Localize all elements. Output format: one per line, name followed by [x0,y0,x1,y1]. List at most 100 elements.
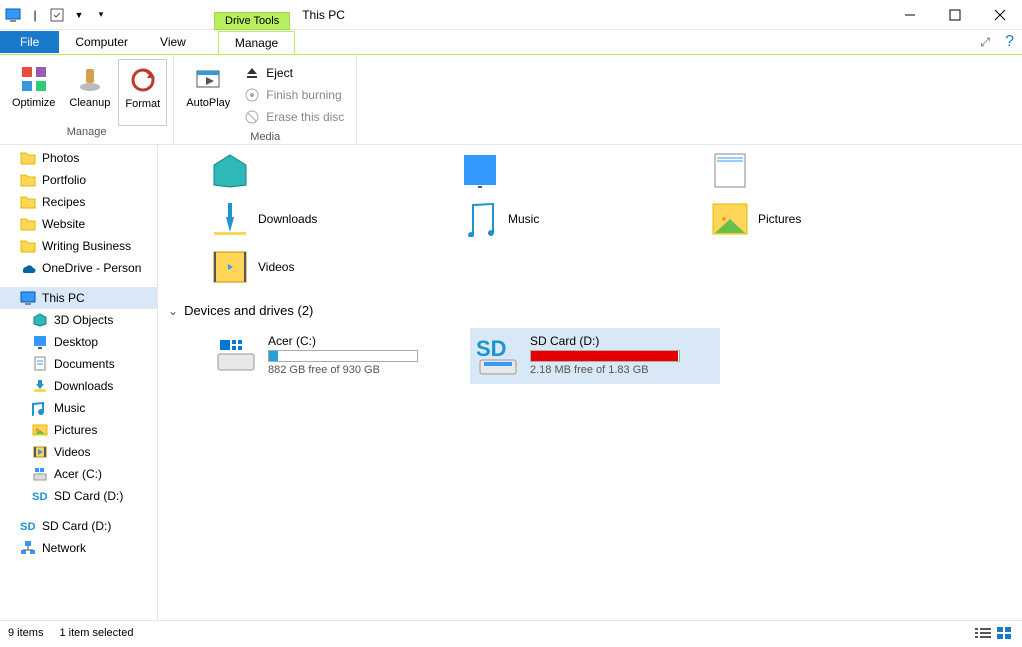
pc-icon [20,290,36,306]
sidebar-item-sd-card-d-[interactable]: SDSD Card (D:) [0,485,157,507]
window-controls [887,0,1022,30]
eject-button[interactable]: Eject [242,63,346,83]
sidebar-item-portfolio[interactable]: Portfolio [0,169,157,191]
pin-icon[interactable]: ⤢ [980,35,990,50]
status-item-count: 9 items [8,627,43,639]
drive-tools-tab[interactable]: Drive Tools [214,12,290,30]
minimize-button[interactable] [887,0,932,30]
music-icon [462,201,498,237]
ribbon-group-label-manage: Manage [67,126,107,140]
help-icon[interactable]: ? [1005,33,1014,51]
format-button[interactable]: Format [118,59,167,126]
sidebar-item-acer-c-[interactable]: Acer (C:) [0,463,157,485]
drives-container: Acer (C:) 882 GB free of 930 GB SD SD Ca… [158,324,1022,384]
close-button[interactable] [977,0,1022,30]
app-icon[interactable] [4,6,22,24]
erase-icon [244,109,260,125]
drive-info: Acer (C:) 882 GB free of 930 GB [268,334,452,376]
sidebar-item-onedrive-person[interactable]: OneDrive - Person [0,257,157,279]
sidebar-item-this-pc[interactable]: This PC [0,287,157,309]
tab-manage[interactable]: Manage [218,31,295,54]
qat-overflow-icon[interactable]: ▾ [92,6,110,24]
sidebar-item-recipes[interactable]: Recipes [0,191,157,213]
devices-header-label: Devices and drives (2) [184,303,313,318]
statusbar: 9 items 1 item selected [0,620,1022,644]
sidebar-item-label: Pictures [54,423,97,437]
optimize-button[interactable]: Optimize [6,59,61,126]
chevron-down-icon[interactable]: ▼ [70,6,88,24]
sidebar-item-music[interactable]: Music [0,397,157,419]
svg-text:SD: SD [32,491,48,503]
sidebar-item-label: 3D Objects [54,313,113,327]
drive-acer-c-[interactable]: Acer (C:) 882 GB free of 930 GB [208,328,458,384]
content-pane[interactable]: ✓✓ Downloads Music☁ Pictures Videos ⌄ Device… [158,145,1022,620]
titlebar: | ▼ ▾ Drive Tools This PC [0,0,1022,30]
folder-item-videos[interactable]: Videos [208,245,458,289]
chevron-down-icon[interactable]: ⌄ [168,304,178,318]
sidebar-item-documents[interactable]: Documents [0,353,157,375]
folder-icon [20,194,36,210]
sidebar-item-writing-business[interactable]: Writing Business [0,235,157,257]
folders-grid: ✓✓ Downloads Music☁ Pictures Videos [158,145,1022,295]
svg-text:SD: SD [476,336,507,361]
drive-sd-card-d-[interactable]: SD SD Card (D:) 2.18 MB free of 1.83 GB [470,328,720,384]
ribbon-group-label-media: Media [250,131,280,145]
format-icon [127,64,159,96]
sidebar-item-downloads[interactable]: Downloads [0,375,157,397]
tab-computer[interactable]: Computer [59,31,144,53]
folder-icon [20,238,36,254]
desktop-icon [32,334,48,350]
music-icon [32,400,48,416]
view-large-icons-icon[interactable] [996,626,1014,640]
tab-view[interactable]: View [144,31,202,53]
sidebar-item-desktop[interactable]: Desktop [0,331,157,353]
sidebar-item-website[interactable]: Website [0,213,157,235]
folder-item-label: Pictures [758,212,801,226]
sidebar-item-label: Acer (C:) [54,467,102,481]
folder-item-desktop[interactable]: ✓ [458,149,708,193]
sidebar-item-photos[interactable]: Photos [0,147,157,169]
folder-item-3d[interactable]: ✓ [208,149,458,193]
sidebar-item-label: Writing Business [42,239,131,253]
autoplay-button[interactable]: AutoPlay [180,59,236,131]
sidebar-item-videos[interactable]: Videos [0,441,157,463]
finish-burning-button[interactable]: Finish burning [242,85,346,105]
ribbon: Optimize Cleanup Format Manage AutoPlay … [0,55,1022,145]
downloads-icon [212,201,248,237]
contextual-tab-group: Drive Tools [214,0,290,30]
view-details-icon[interactable] [974,626,992,640]
sidebar-item-label: Portfolio [42,173,86,187]
qat-properties-icon[interactable] [48,6,66,24]
folder-item-documents[interactable] [708,149,958,193]
sd-icon: SD [20,518,36,534]
drive-usage-bar [530,350,680,362]
folder-item-pictures[interactable]: Pictures [708,197,958,241]
sidebar-item-label: Network [42,541,86,555]
sidebar-item-3d-objects[interactable]: 3D Objects [0,309,157,331]
sidebar-item-label: Photos [42,151,79,165]
sidebar-item-sd-card-d-[interactable]: SDSD Card (D:) [0,515,157,537]
pictures-icon [712,201,748,237]
devices-section-header[interactable]: ⌄ Devices and drives (2) [158,295,1022,324]
sidebar-item-label: OneDrive - Person [42,261,141,275]
drive-usage-bar [268,350,418,362]
sidebar-item-label: Downloads [54,379,113,393]
onedrive-icon [20,260,36,276]
folder-item-music[interactable]: Music☁ [458,197,708,241]
tab-file[interactable]: File [0,31,59,53]
maximize-button[interactable] [932,0,977,30]
folder-item-label: Downloads [258,212,317,226]
cleanup-button[interactable]: Cleanup [63,59,116,126]
erase-disc-button[interactable]: Erase this disc [242,107,346,127]
sidebar-item-pictures[interactable]: Pictures [0,419,157,441]
sd-icon: SD [32,488,48,504]
sidebar-item-network[interactable]: Network [0,537,157,559]
network-icon [20,540,36,556]
navigation-pane[interactable]: Photos Portfolio RecipesWebsite Writing Bus… [0,145,158,620]
folder-item-downloads[interactable]: Downloads [208,197,458,241]
videos-icon [212,249,248,285]
svg-text:SD: SD [20,521,36,533]
3d-icon [212,153,248,189]
window-title: This PC [302,8,345,22]
downloads-icon [32,378,48,394]
